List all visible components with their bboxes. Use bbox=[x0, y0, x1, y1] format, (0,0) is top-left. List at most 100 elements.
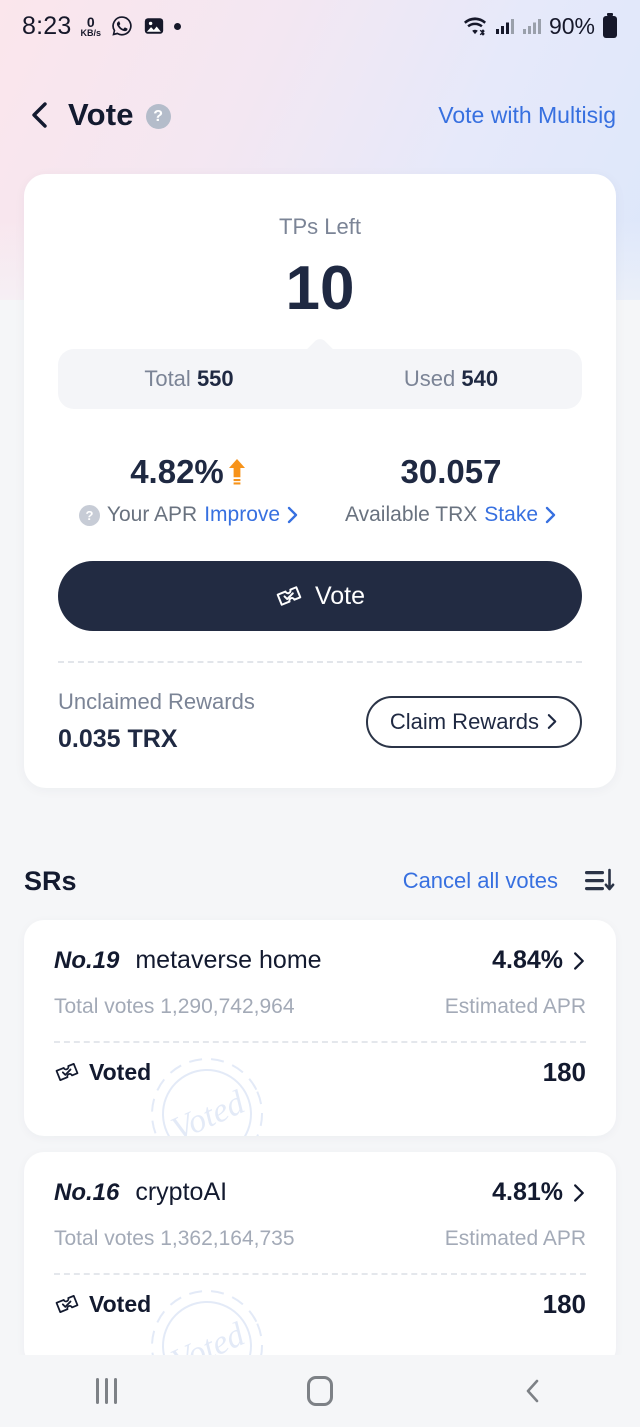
unclaimed-rewards-row: Unclaimed Rewards 0.035 TRX Claim Reward… bbox=[58, 689, 582, 754]
trx-sub-row: Available TRX Stake bbox=[320, 503, 582, 527]
card-divider bbox=[58, 661, 582, 664]
sr-list-item[interactable]: No.19 metaverse home 4.84% Total votes 1… bbox=[24, 920, 616, 1136]
signal-icon bbox=[495, 16, 515, 36]
sr-apr-value-2: 4.81% bbox=[492, 1178, 563, 1206]
up-arrow-icon bbox=[228, 459, 245, 485]
voted-stamp-watermark-2: Voted bbox=[151, 1290, 263, 1368]
network-speed-value: 0 bbox=[86, 13, 95, 30]
apr-stat: 4.82% ? Your APR Improve bbox=[58, 453, 320, 527]
sr-header-row: No.19 metaverse home 4.84% bbox=[54, 946, 586, 975]
help-icon[interactable]: ? bbox=[145, 104, 171, 129]
total-label: Total bbox=[144, 366, 191, 392]
recents-icon bbox=[96, 1378, 118, 1404]
total-cell: Total 550 bbox=[58, 366, 320, 392]
status-bar: 8:23 0 KB/s 90% bbox=[0, 0, 640, 52]
srs-title: SRs bbox=[24, 865, 77, 896]
image-icon bbox=[143, 15, 165, 37]
used-value: 540 bbox=[461, 366, 499, 392]
unclaimed-rewards-block: Unclaimed Rewards 0.035 TRX bbox=[58, 689, 255, 754]
totals-pill: Total 550 Used 540 bbox=[58, 349, 582, 410]
vote-button-label: Vote bbox=[314, 581, 366, 610]
app-header: Vote ? Vote with Multisig bbox=[0, 86, 640, 144]
ballot-check-icon-2 bbox=[55, 1294, 79, 1314]
vote-with-multisig-link[interactable]: Vote with Multisig bbox=[438, 102, 616, 129]
apr-sub-row: ? Your APR Improve bbox=[58, 503, 320, 527]
battery-icon bbox=[602, 13, 618, 39]
voted-label: Voted bbox=[89, 1058, 152, 1085]
voted-status-2: Voted bbox=[54, 1291, 151, 1318]
voted-count: 180 bbox=[542, 1056, 586, 1087]
sr-header-row-2: No.16 cryptoAI 4.81% bbox=[54, 1178, 586, 1207]
signal-icon-2 bbox=[522, 16, 542, 36]
network-speed-unit: KB/s bbox=[80, 27, 101, 38]
sort-icon[interactable] bbox=[582, 864, 616, 898]
voted-count-2: 180 bbox=[542, 1288, 586, 1319]
status-time: 8:23 bbox=[22, 11, 72, 40]
sr-apr-label-2: Estimated APR bbox=[444, 1227, 586, 1250]
dot-icon bbox=[173, 22, 181, 30]
total-value: 550 bbox=[196, 366, 234, 392]
trx-label: Available TRX bbox=[345, 503, 478, 527]
chevron-right-icon-3 bbox=[547, 714, 557, 730]
wifi-icon bbox=[462, 15, 488, 37]
pill-notch bbox=[297, 338, 343, 351]
sr-apr-label: Estimated APR bbox=[444, 995, 586, 1018]
back-icon bbox=[527, 1379, 539, 1403]
vote-summary-card: TPs Left 10 Total 550 Used 540 4.82% ? Y… bbox=[24, 174, 616, 789]
whatsapp-icon bbox=[110, 14, 134, 38]
used-cell: Used 540 bbox=[320, 366, 582, 392]
sr-voted-row: Voted Voted 180 bbox=[54, 1043, 586, 1136]
nav-back-button[interactable] bbox=[493, 1366, 573, 1416]
recents-button[interactable] bbox=[67, 1366, 147, 1416]
trx-stat: 30.057 Available TRX Stake bbox=[320, 453, 582, 527]
cancel-all-votes-link[interactable]: Cancel all votes bbox=[403, 868, 558, 894]
trx-value: 30.057 bbox=[400, 453, 502, 491]
back-button[interactable] bbox=[24, 100, 54, 130]
apr-value-row: 4.82% bbox=[58, 453, 320, 491]
chevron-right-icon bbox=[574, 1183, 584, 1202]
app-screen: 8:23 0 KB/s 90% Vote ? Vote with Multisi… bbox=[0, 0, 640, 1427]
home-icon bbox=[306, 1376, 333, 1406]
ballot-check-icon bbox=[55, 1062, 79, 1082]
sr-rank-2: No.16 bbox=[54, 1179, 120, 1206]
sr-rank: No.19 bbox=[54, 947, 120, 974]
network-speed-indicator: 0 KB/s bbox=[80, 15, 101, 38]
chevron-left-icon bbox=[32, 102, 47, 128]
svg-text:Voted: Voted bbox=[166, 1084, 251, 1136]
chevron-right-icon bbox=[574, 951, 584, 970]
chevron-right-icon bbox=[287, 506, 298, 524]
tps-left-label: TPs Left bbox=[279, 214, 361, 239]
android-nav-bar bbox=[0, 1355, 640, 1427]
sr-apr-row[interactable]: 4.84% bbox=[492, 946, 586, 975]
sr-name: metaverse home bbox=[135, 946, 322, 974]
unclaimed-rewards-label: Unclaimed Rewards bbox=[58, 689, 255, 715]
unclaimed-rewards-value: 0.035 TRX bbox=[58, 725, 178, 754]
voted-status: Voted bbox=[54, 1059, 151, 1086]
sr-apr-value: 4.84% bbox=[492, 946, 563, 974]
sr-total-votes-2: Total votes 1,362,164,735 bbox=[54, 1227, 295, 1250]
ballot-icon bbox=[276, 586, 302, 606]
battery-percent: 90% bbox=[548, 12, 595, 39]
vote-button[interactable]: Vote bbox=[58, 561, 582, 632]
totals-pill-wrapper: Total 550 Used 540 bbox=[58, 349, 582, 410]
improve-link[interactable]: Improve bbox=[204, 503, 280, 527]
apr-value: 4.82% bbox=[130, 453, 224, 491]
srs-section-header: SRs Cancel all votes bbox=[24, 855, 616, 907]
stake-link[interactable]: Stake bbox=[484, 503, 538, 527]
apr-label: Your APR bbox=[106, 503, 198, 527]
sr-apr-row-2[interactable]: 4.81% bbox=[492, 1178, 586, 1207]
sr-total-votes: Total votes 1,290,742,964 bbox=[54, 995, 295, 1018]
status-bar-right: 90% bbox=[462, 13, 618, 40]
used-label: Used bbox=[403, 366, 456, 392]
sr-list-item-2[interactable]: No.16 cryptoAI 4.81% Total votes 1,362,1… bbox=[24, 1152, 616, 1368]
sr-meta-row-2: Total votes 1,362,164,735 Estimated APR bbox=[54, 1227, 586, 1251]
sr-voted-row-2: Voted Voted 180 bbox=[54, 1275, 586, 1368]
voted-label-2: Voted bbox=[89, 1290, 152, 1317]
apr-help-icon[interactable]: ? bbox=[78, 504, 100, 526]
home-button[interactable] bbox=[280, 1366, 360, 1416]
claim-rewards-button[interactable]: Claim Rewards bbox=[365, 695, 582, 748]
chevron-right-icon-2 bbox=[545, 506, 556, 524]
stats-row: 4.82% ? Your APR Improve 30.057 Availabl… bbox=[58, 453, 582, 527]
claim-rewards-label: Claim Rewards bbox=[389, 708, 539, 734]
voted-stamp-watermark: Voted bbox=[151, 1058, 263, 1136]
